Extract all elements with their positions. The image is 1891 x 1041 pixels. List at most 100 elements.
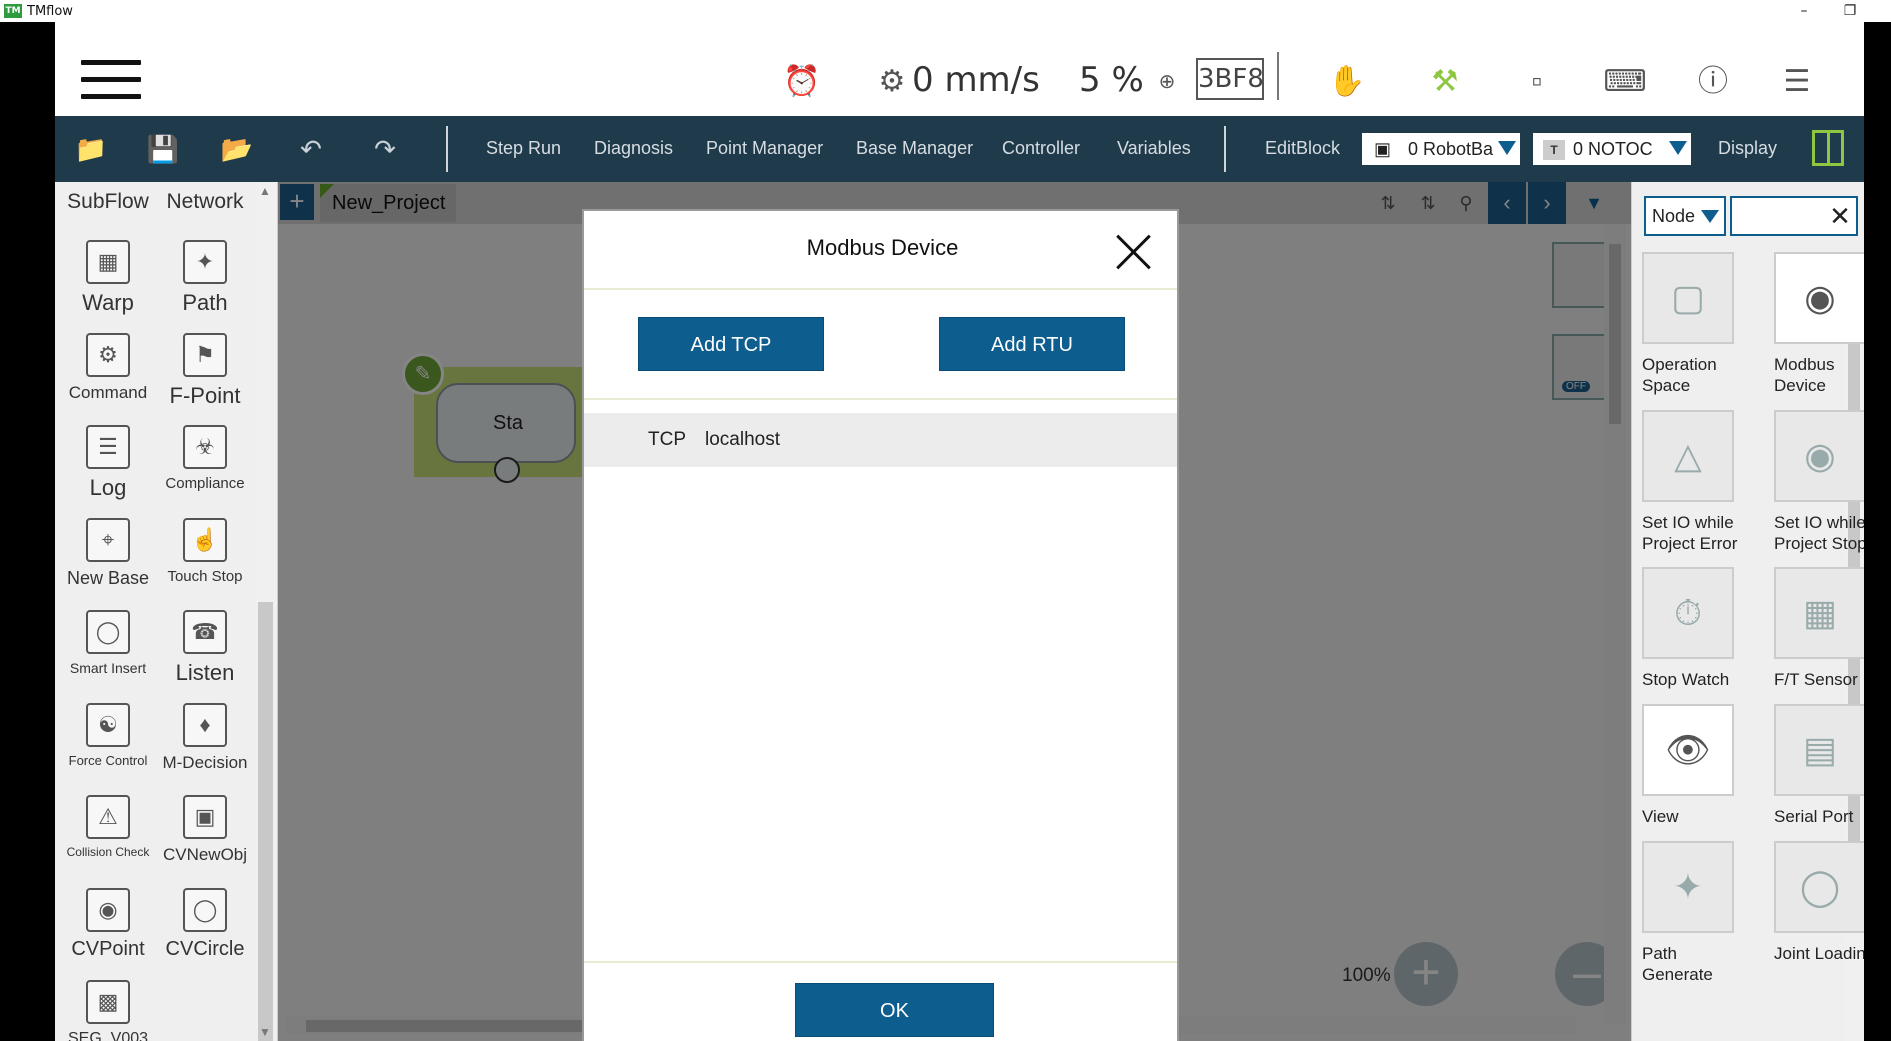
node-list-item[interactable]: ✦ Path Generate xyxy=(1642,841,1752,985)
node-filter-select[interactable]: Node xyxy=(1644,196,1726,236)
chevron-down-icon xyxy=(1701,210,1719,223)
toolbar-step-run[interactable]: Step Run xyxy=(486,138,561,159)
dialog-divider xyxy=(584,398,1177,400)
redo-icon[interactable]: ↷ xyxy=(367,132,403,166)
robot-base-select[interactable]: ▣ 0 RobotBa xyxy=(1362,133,1520,165)
tool-value: 0 NOTOC xyxy=(1573,139,1653,159)
add-rtu-button[interactable]: Add RTU xyxy=(939,317,1125,371)
palette-item-label: Command xyxy=(68,382,148,402)
node-item-icon: ⏱ xyxy=(1642,567,1734,659)
node-item-icon: ◉ xyxy=(1774,410,1864,502)
device-host: localhost xyxy=(705,429,780,450)
node-item-label: View xyxy=(1642,807,1679,826)
ok-button[interactable]: OK xyxy=(795,983,994,1037)
robot-status-icon[interactable]: ⏰ xyxy=(780,62,824,102)
display-panel-icon[interactable] xyxy=(1812,130,1844,166)
node-list-item[interactable]: ▦ F/T Sensor xyxy=(1774,567,1864,690)
speed-adjust-icon[interactable]: ⊕ xyxy=(1145,62,1189,102)
toolbar-editblock[interactable]: EditBlock xyxy=(1265,138,1340,159)
undo-icon[interactable]: ↶ xyxy=(293,132,329,166)
minimize-icon[interactable]: – xyxy=(1784,0,1824,22)
palette-item[interactable]: ✦ Path xyxy=(157,240,253,316)
toolbar-divider xyxy=(446,126,448,172)
palette-item[interactable]: ☎ Listen xyxy=(157,610,253,686)
hand-guide-icon[interactable]: ✋ xyxy=(1325,62,1369,102)
palette-item[interactable]: ❖Network xyxy=(157,140,253,214)
node-item-label: Path Generate xyxy=(1642,944,1713,984)
palette-item[interactable]: ☰ Log xyxy=(60,425,156,501)
node-list-item[interactable]: ◉ Set IO while Project Stop xyxy=(1774,410,1864,554)
palette-item-label: Listen xyxy=(175,660,235,685)
palette-item[interactable]: ▩ SEG_V003 xyxy=(60,980,156,1041)
node-item-icon: ▤ xyxy=(1774,704,1864,796)
palette-item[interactable]: ♦ M-Decision xyxy=(157,702,253,773)
node-item-icon: 👁 xyxy=(1642,704,1734,796)
toolbar-point-manager[interactable]: Point Manager xyxy=(706,138,823,159)
dialog-divider xyxy=(584,961,1177,963)
node-item-icon: ▢ xyxy=(1642,252,1734,344)
palette-item-label: Network xyxy=(166,190,244,213)
log-list-icon[interactable]: ☰ xyxy=(1775,62,1819,102)
palette-item[interactable]: ◯SubFlow xyxy=(60,140,156,214)
palette-item[interactable]: ☯ Force Control xyxy=(60,702,156,768)
node-list-item[interactable]: ▢ Operation Space xyxy=(1642,252,1752,396)
node-list-item[interactable]: ◉ Modbus Device xyxy=(1774,252,1864,396)
node-list-item[interactable]: ▤ Serial Port xyxy=(1774,704,1864,827)
add-tcp-button[interactable]: Add TCP xyxy=(638,317,824,371)
palette-item-label: New Base xyxy=(66,567,150,588)
device-protocol: TCP xyxy=(648,429,686,450)
palette-node-icon: ▦ xyxy=(86,240,130,284)
toolbar-variables[interactable]: Variables xyxy=(1117,138,1191,159)
palette-item[interactable]: ⌖ New Base xyxy=(60,517,156,589)
node-item-icon: △ xyxy=(1642,410,1734,502)
robot-arm-icon[interactable]: ⚒ xyxy=(1423,62,1467,102)
node-list-item[interactable]: 👁 View xyxy=(1642,704,1752,827)
node-list-item[interactable]: ⏱ Stop Watch xyxy=(1642,567,1752,690)
toolbar-base-manager[interactable]: Base Manager xyxy=(856,138,973,159)
node-item-label: Joint Loading xyxy=(1774,944,1864,963)
palette-item[interactable]: ☝ Touch Stop xyxy=(157,517,253,585)
node-palette: ◯SubFlow❖Network▦Warp✦Path⚙Command⚑F-Poi… xyxy=(55,182,278,1041)
base-icon: ▣ xyxy=(1374,139,1392,159)
controller-icon[interactable]: ▫ xyxy=(1515,62,1559,102)
node-list-item[interactable]: △ Set IO while Project Error xyxy=(1642,410,1752,554)
node-search-input[interactable]: ✕ xyxy=(1730,196,1858,236)
close-icon[interactable] xyxy=(1114,231,1154,271)
palette-item[interactable]: ◯ CVCircle xyxy=(157,887,253,961)
palette-scrollbar[interactable]: ▲ ▼ xyxy=(254,182,277,1041)
status-code-badge[interactable]: 3BF8 xyxy=(1196,58,1264,100)
clear-search-icon[interactable]: ✕ xyxy=(1826,202,1854,230)
toolbar-diagnosis[interactable]: Diagnosis xyxy=(594,138,673,159)
palette-node-icon: ▣ xyxy=(183,795,227,839)
palette-item[interactable]: ▣ CVNewObj xyxy=(157,795,253,865)
toolbar-controller[interactable]: Controller xyxy=(1002,138,1080,159)
palette-item[interactable]: ☣ Compliance xyxy=(157,425,253,492)
window-title: TMflow xyxy=(27,3,73,19)
palette-node-icon: ⚑ xyxy=(183,332,227,377)
scroll-down-icon[interactable]: ▼ xyxy=(259,1025,271,1039)
keyboard-icon[interactable]: ⌨ xyxy=(1603,62,1647,102)
tool-select[interactable]: T 0 NOTOC xyxy=(1533,133,1691,165)
palette-item[interactable]: ▦ Warp xyxy=(60,240,156,316)
speed-icon: ⚙ xyxy=(878,65,906,98)
palette-node-icon: ✦ xyxy=(183,240,227,284)
palette-item[interactable]: ⚑ F-Point xyxy=(157,332,253,409)
palette-item[interactable]: ⚠ Collision Check xyxy=(60,795,156,859)
status-divider xyxy=(1277,52,1279,100)
node-item-label: Modbus Device xyxy=(1774,355,1835,395)
palette-item-label: CVPoint xyxy=(71,937,145,960)
toolbar-display[interactable]: Display xyxy=(1718,138,1777,159)
hamburger-menu-icon[interactable] xyxy=(81,60,141,100)
node-item-icon: ✦ xyxy=(1642,841,1734,933)
node-item-label: Operation Space xyxy=(1642,355,1717,395)
restore-icon[interactable]: ❐ xyxy=(1830,0,1870,22)
scroll-up-icon[interactable]: ▲ xyxy=(259,184,271,198)
palette-item-label: Force Control xyxy=(68,752,148,768)
palette-node-icon: ▩ xyxy=(86,980,130,1024)
node-list-item[interactable]: ◯ Joint Loading xyxy=(1774,841,1864,964)
palette-item[interactable]: ⚙ Command xyxy=(60,332,156,403)
palette-item[interactable]: ◉ CVPoint xyxy=(60,887,156,961)
info-icon[interactable]: ⓘ xyxy=(1691,62,1735,102)
device-list-row[interactable]: TCP localhost xyxy=(584,413,1177,467)
palette-item[interactable]: ◯ Smart Insert xyxy=(60,610,156,676)
